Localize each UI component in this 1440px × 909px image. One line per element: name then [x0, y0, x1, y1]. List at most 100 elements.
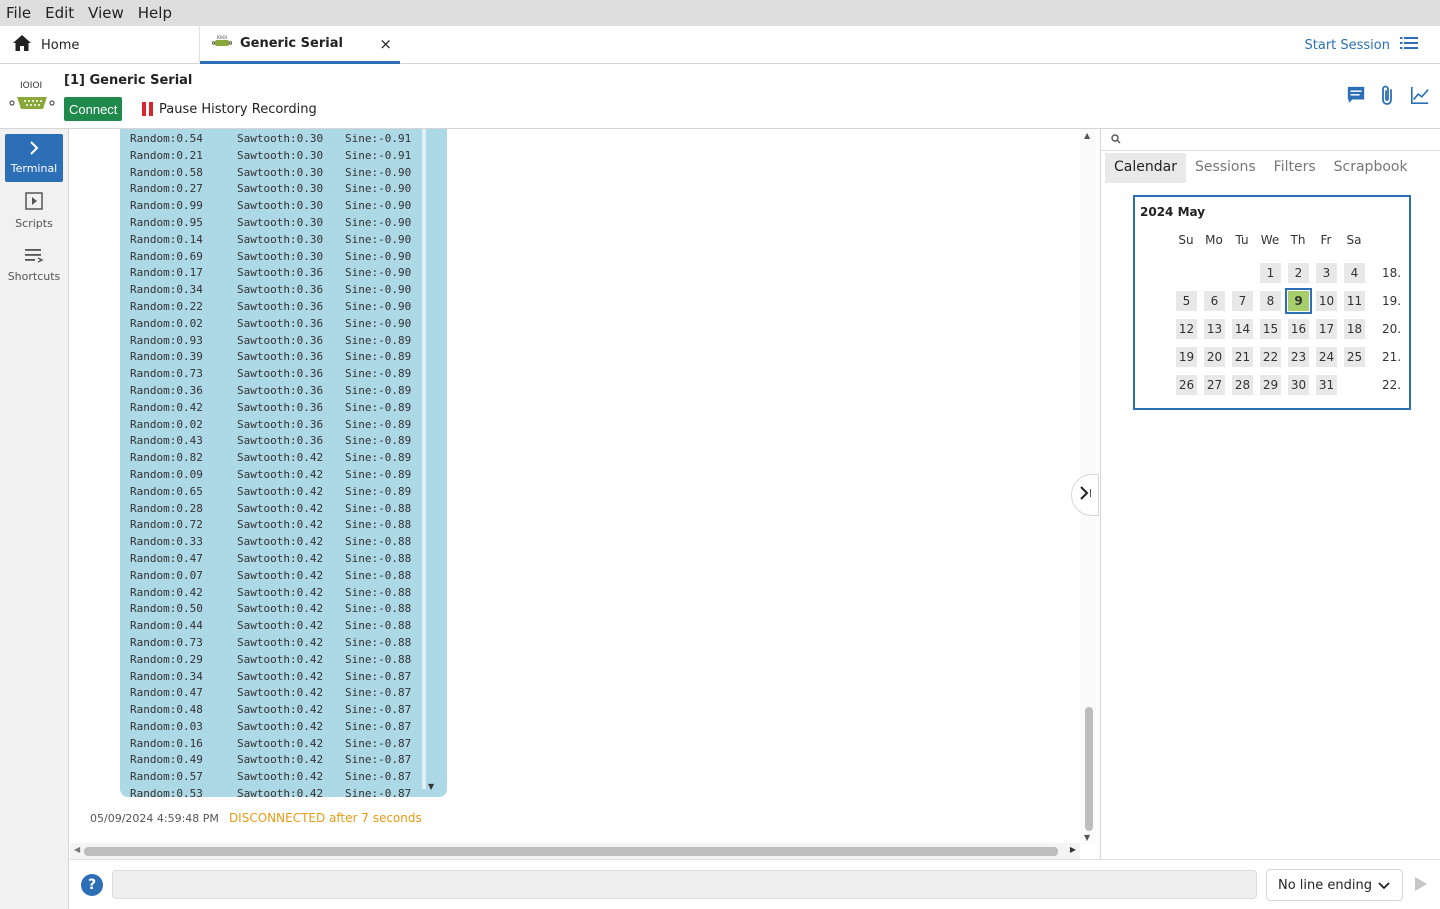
menu-file[interactable]: File [6, 4, 31, 22]
sawtooth-value: Sawtooth:0.42 [237, 535, 324, 549]
panel-search-input[interactable] [1101, 129, 1440, 151]
terminal-line: Random:0.69 Sawtooth:0.30 Sine:-0.90 [130, 249, 411, 266]
comment-icon[interactable] [1346, 84, 1366, 106]
calendar-day[interactable]: 20 [1204, 347, 1225, 367]
terminal-output[interactable]: Random:0.54 Sawtooth:0.30 Sine:-0.91 Random… [120, 129, 447, 797]
scroll-right-arrow-icon[interactable]: ▶ [1070, 845, 1076, 854]
calendar-day[interactable]: 29 [1260, 375, 1281, 395]
terminal-line: Random:0.48 Sawtooth:0.42 Sine:-0.87 [130, 702, 411, 719]
sawtooth-value: Sawtooth:0.42 [237, 619, 324, 633]
calendar-day[interactable]: 21 [1232, 347, 1253, 367]
calendar-day[interactable]: 17 [1316, 319, 1337, 339]
calendar-day[interactable]: 6 [1204, 291, 1225, 311]
calendar-day[interactable]: 23 [1288, 347, 1309, 367]
sidebar-item-scripts[interactable]: Scripts [5, 187, 63, 235]
line-ending-select[interactable]: No line ending [1266, 869, 1403, 901]
scroll-left-arrow-icon[interactable]: ◀ [74, 845, 80, 854]
send-input[interactable] [112, 870, 1257, 899]
terminal-line: Random:0.72 Sawtooth:0.42 Sine:-0.88 [130, 517, 411, 534]
random-value: Random:0.93 [130, 333, 203, 347]
calendar-day[interactable]: 14 [1232, 319, 1253, 339]
sawtooth-value: Sawtooth:0.30 [237, 249, 324, 263]
calendar-day[interactable]: 16 [1288, 319, 1309, 339]
sine-value: Sine:-0.90 [345, 249, 412, 263]
play-box-icon [25, 192, 43, 217]
tab-filters[interactable]: Filters [1265, 153, 1325, 183]
connect-button[interactable]: Connect [64, 97, 123, 121]
calendar-day[interactable]: 12 [1176, 319, 1197, 339]
terminal-line: Random:0.44 Sawtooth:0.42 Sine:-0.88 [130, 618, 411, 635]
calendar-day[interactable]: 10 [1316, 291, 1337, 311]
calendar-day[interactable]: 15 [1260, 319, 1281, 339]
horizontal-scrollbar[interactable]: ◀ ▶ [70, 843, 1080, 859]
help-button[interactable]: ? [81, 874, 103, 896]
tab-generic-serial[interactable]: IOIOI Generic Serial × [200, 26, 400, 64]
terminal-line: Random:0.99 Sawtooth:0.30 Sine:-0.90 [130, 198, 411, 215]
calendar-day[interactable]: 18 [1344, 319, 1365, 339]
random-value: Random:0.22 [130, 299, 203, 313]
terminal-line: Random:0.34 Sawtooth:0.36 Sine:-0.90 [130, 282, 411, 299]
start-session-button[interactable]: Start Session [1305, 26, 1418, 64]
calendar-day[interactable]: 28 [1232, 375, 1253, 395]
menu-help[interactable]: Help [138, 4, 172, 22]
horizontal-scroll-thumb[interactable] [84, 847, 1058, 856]
sidebar-item-shortcuts[interactable]: Shortcuts [5, 241, 63, 289]
calendar-widget: 2024 May Su Mo Tu We Th Fr Sa 1 2 3 4 18. 5 6 7 8 9 10 11 1… [1133, 195, 1411, 410]
random-value: Random:0.47 [130, 551, 203, 565]
tab-calendar[interactable]: Calendar [1105, 153, 1186, 183]
calendar-day[interactable]: 5 [1176, 291, 1197, 311]
sidebar-item-terminal[interactable]: Terminal [5, 134, 63, 182]
send-play-icon[interactable] [1414, 876, 1428, 892]
calendar-day[interactable]: 8 [1260, 291, 1281, 311]
terminal-line: Random:0.47 Sawtooth:0.42 Sine:-0.87 [130, 685, 411, 702]
right-panel: Calendar Sessions Filters Scrapbook 2024… [1100, 129, 1440, 859]
pause-history-recording-button[interactable]: Pause History Recording [142, 97, 317, 121]
random-value: Random:0.33 [130, 535, 203, 549]
sine-value: Sine:-0.87 [345, 703, 412, 717]
status-message: DISCONNECTED after 7 seconds [228, 811, 422, 825]
calendar-day[interactable]: 27 [1204, 375, 1225, 395]
calendar-day-selected[interactable]: 9 [1285, 288, 1312, 314]
terminal-inner-scrollbar[interactable]: ▼ [422, 129, 447, 797]
terminal-line: Random:0.57 Sawtooth:0.42 Sine:-0.87 [130, 769, 411, 786]
sine-value: Sine:-0.89 [345, 417, 412, 431]
calendar-day[interactable]: 13 [1204, 319, 1225, 339]
close-tab-icon[interactable]: × [379, 35, 392, 53]
sawtooth-value: Sawtooth:0.42 [237, 484, 324, 498]
scroll-up-arrow-icon[interactable]: ▲ [1084, 131, 1090, 140]
tab-scrapbook[interactable]: Scrapbook [1325, 153, 1417, 183]
chart-line-icon[interactable] [1410, 84, 1430, 106]
calendar-day[interactable]: 25 [1344, 347, 1365, 367]
calendar-day[interactable]: 3 [1316, 263, 1337, 283]
menu-view[interactable]: View [88, 4, 124, 22]
tab-sessions[interactable]: Sessions [1186, 153, 1265, 183]
calendar-day[interactable]: 4 [1344, 263, 1365, 283]
calendar-day[interactable]: 31 [1316, 375, 1337, 395]
sine-value: Sine:-0.90 [345, 182, 412, 196]
calendar-week-number: 20. [1382, 322, 1402, 336]
header-toolbar [1346, 84, 1430, 106]
scroll-down-arrow-icon[interactable]: ▼ [1084, 833, 1090, 842]
calendar-day[interactable]: 7 [1232, 291, 1253, 311]
terminal-line: Random:0.95 Sawtooth:0.30 Sine:-0.90 [130, 215, 411, 232]
random-value: Random:0.21 [130, 148, 203, 162]
random-value: Random:0.69 [130, 249, 203, 263]
calendar-day[interactable]: 24 [1316, 347, 1337, 367]
calendar-day[interactable]: 11 [1344, 291, 1365, 311]
home-icon [12, 34, 32, 56]
tab-home[interactable]: Home [0, 26, 200, 64]
calendar-day[interactable]: 1 [1260, 263, 1281, 283]
scroll-down-arrow-icon[interactable]: ▼ [428, 782, 434, 791]
vertical-scroll-thumb[interactable] [1085, 707, 1093, 831]
paperclip-icon[interactable] [1378, 84, 1398, 106]
calendar-day[interactable]: 19 [1176, 347, 1197, 367]
calendar-day[interactable]: 22 [1260, 347, 1281, 367]
sine-value: Sine:-0.89 [345, 350, 412, 364]
random-value: Random:0.57 [130, 770, 203, 784]
calendar-day[interactable]: 26 [1176, 375, 1197, 395]
calendar-day[interactable]: 30 [1288, 375, 1309, 395]
menu-edit[interactable]: Edit [45, 4, 74, 22]
device-header: IOIOI [1] Generic Serial Connect Pause H… [0, 64, 1440, 129]
sine-value: Sine:-0.89 [345, 400, 412, 414]
calendar-day[interactable]: 2 [1288, 263, 1309, 283]
